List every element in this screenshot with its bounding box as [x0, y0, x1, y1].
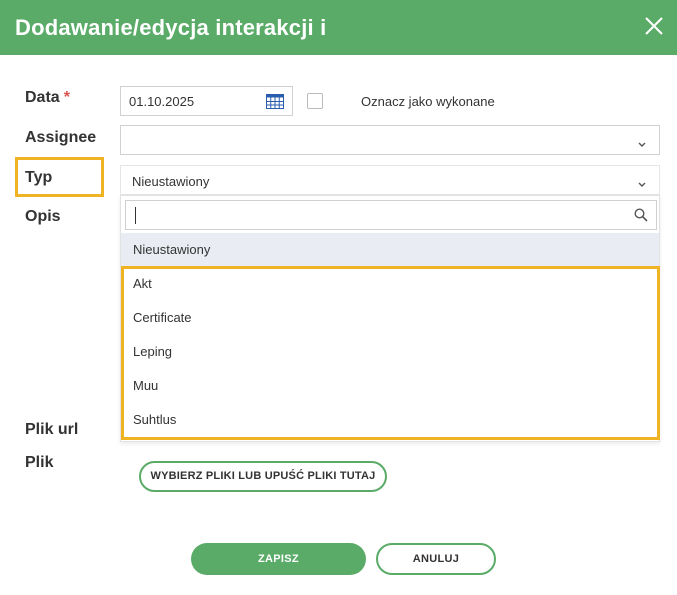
dropdown-option-leping[interactable]: Leping: [121, 335, 659, 369]
type-dropdown: Nieustawiony Akt Certificate Leping Muu …: [120, 195, 660, 442]
done-checkbox[interactable]: [307, 93, 323, 109]
assignee-label: Assignee: [25, 129, 97, 146]
dropdown-option-nieustawiony[interactable]: Nieustawiony: [121, 233, 659, 267]
type-select[interactable]: Nieustawiony: [120, 165, 660, 195]
dialog-header: Dodawanie/edycja interakcji i: [0, 0, 677, 55]
type-label-highlight: [15, 157, 104, 197]
file-label: Plik: [25, 454, 54, 471]
assignee-select[interactable]: [120, 125, 660, 155]
chevron-down-icon: [637, 176, 647, 194]
file-url-label: Plik url: [25, 421, 79, 438]
type-value: Nieustawiony: [132, 174, 210, 189]
description-label: Opis: [25, 208, 61, 225]
required-mark: *: [63, 89, 70, 106]
dropdown-option-akt[interactable]: Akt: [121, 267, 659, 301]
calendar-icon[interactable]: [266, 94, 284, 114]
date-input[interactable]: 01.10.2025: [120, 86, 293, 116]
dialog-title: Dodawanie/edycja interakcji i: [15, 15, 327, 40]
close-icon[interactable]: [643, 15, 665, 37]
search-icon: [634, 208, 648, 227]
dropdown-search-input[interactable]: [125, 200, 657, 230]
done-label: Oznacz jako wykonane: [361, 94, 495, 109]
date-label: Data *: [25, 89, 70, 106]
save-button[interactable]: ZAPISZ: [191, 543, 366, 575]
dialog: Dodawanie/edycja interakcji i Data * 01.1…: [0, 0, 677, 595]
upload-files-button[interactable]: WYBIERZ PLIKI LUB UPUŚĆ PLIKI TUTAJ: [139, 461, 387, 492]
dropdown-option-suhtlus[interactable]: Suhtlus: [121, 403, 659, 437]
cancel-button[interactable]: ANULUJ: [376, 543, 496, 575]
chevron-down-icon: [637, 136, 647, 154]
text-cursor: [135, 207, 136, 224]
date-value: 01.10.2025: [129, 94, 195, 109]
dropdown-option-certificate[interactable]: Certificate: [121, 301, 659, 335]
dropdown-option-muu[interactable]: Muu: [121, 369, 659, 403]
